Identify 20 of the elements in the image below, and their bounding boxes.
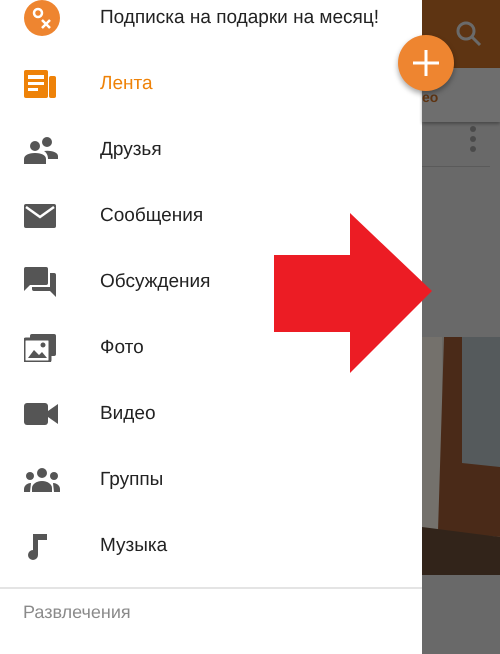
plus-icon bbox=[413, 50, 439, 76]
arrow-icon bbox=[274, 213, 432, 373]
menu-item[interactable]: Фото bbox=[0, 315, 152, 381]
chat-bubbles-icon bbox=[24, 267, 56, 297]
menu-item[interactable]: Группы bbox=[0, 447, 172, 513]
menu-item[interactable]: Сообщения bbox=[0, 183, 212, 249]
section-header: Развлечения bbox=[22, 601, 132, 623]
photos-icon bbox=[24, 334, 56, 362]
video-camera-icon bbox=[24, 403, 58, 425]
menu-item[interactable]: Друзья bbox=[0, 117, 170, 183]
people-icon bbox=[24, 136, 58, 164]
newspaper-icon bbox=[24, 70, 56, 98]
envelope-icon bbox=[24, 204, 56, 228]
menu-item[interactable]: Обсуждения bbox=[0, 249, 218, 315]
menu-item[interactable]: Музыка bbox=[0, 513, 176, 579]
search-icon[interactable] bbox=[456, 21, 482, 47]
more-icon[interactable] bbox=[470, 126, 476, 152]
group-icon bbox=[24, 468, 60, 492]
promo-item[interactable]: Подписка на подарки на месяц! bbox=[0, 0, 387, 51]
menu-item[interactable]: Видео bbox=[0, 381, 164, 447]
